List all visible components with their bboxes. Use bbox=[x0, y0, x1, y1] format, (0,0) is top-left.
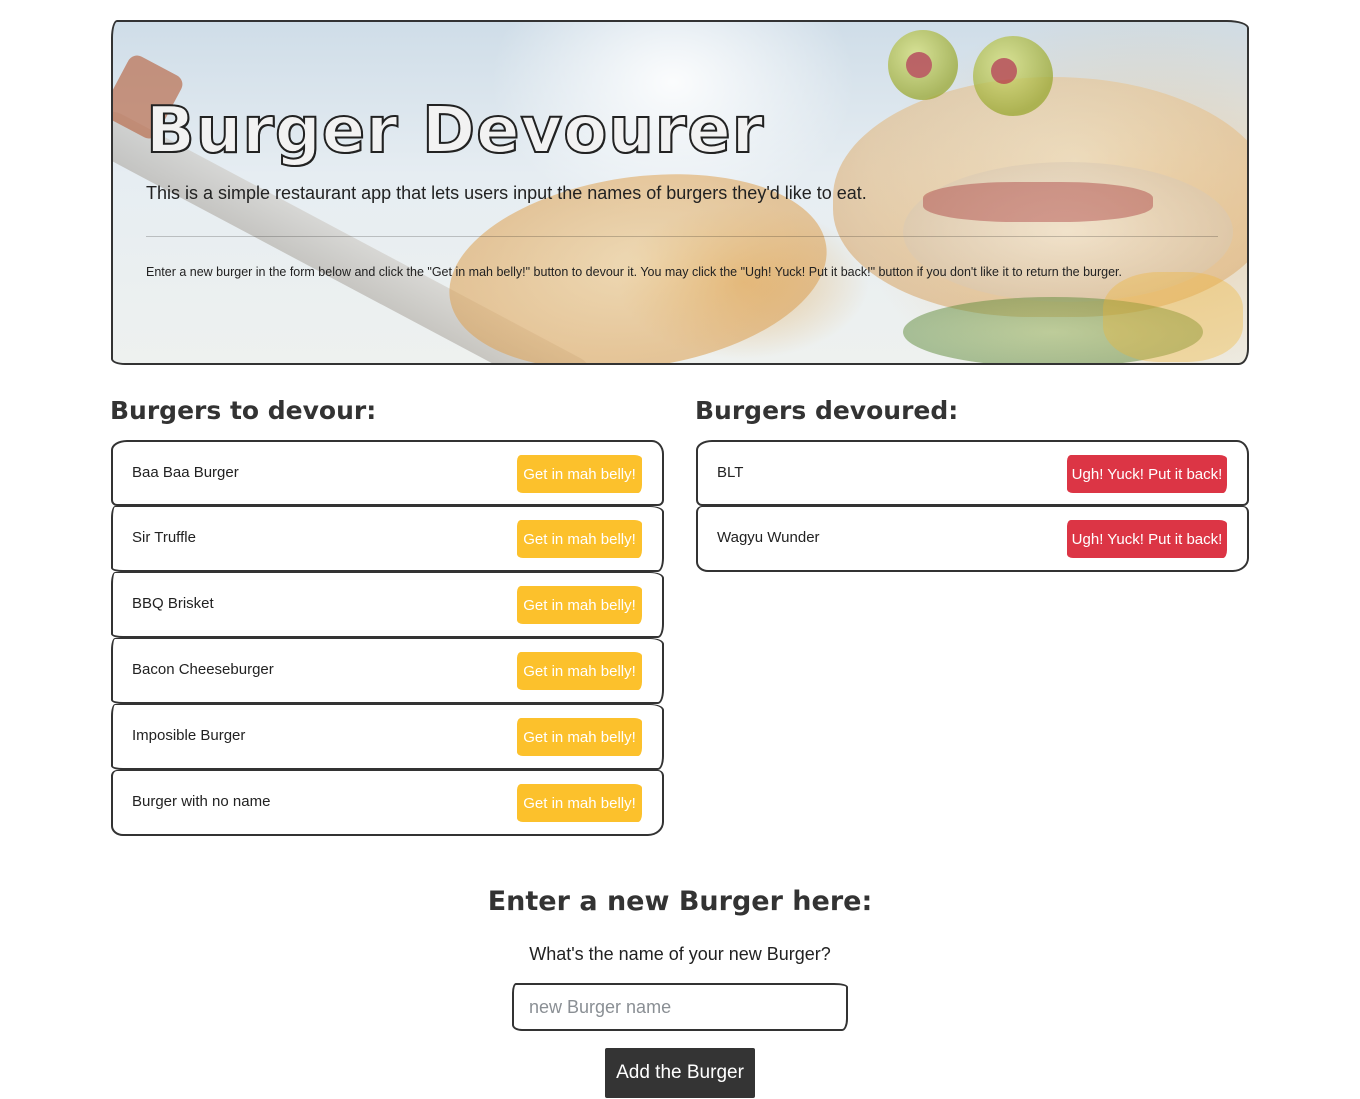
hero-lead: This is a simple restaurant app that let… bbox=[146, 183, 867, 203]
burger-name: Burger with no name bbox=[132, 793, 271, 810]
hero-instructions: Enter a new burger in the form below and… bbox=[146, 265, 1122, 279]
list-item: BBQ Brisket Get in mah belly! bbox=[111, 572, 664, 638]
burger-name: Imposible Burger bbox=[132, 727, 246, 744]
devour-button[interactable]: Get in mah belly! bbox=[517, 586, 642, 624]
list-item: BLT Ugh! Yuck! Put it back! bbox=[696, 440, 1249, 506]
to-devour-list: Baa Baa Burger Get in mah belly! Sir Tru… bbox=[111, 440, 664, 836]
hero-banner: Burger Devourer This is a simple restaur… bbox=[111, 20, 1249, 365]
list-item: Burger with no name Get in mah belly! bbox=[111, 770, 664, 836]
new-burger-heading: Enter a new Burger here: bbox=[487, 886, 873, 917]
olive-eye-icon bbox=[973, 36, 1053, 116]
list-item: Sir Truffle Get in mah belly! bbox=[111, 506, 664, 572]
burger-name: Sir Truffle bbox=[132, 529, 196, 546]
to-devour-heading: Burgers to devour: bbox=[110, 396, 377, 425]
burger-name: Bacon Cheeseburger bbox=[132, 661, 274, 678]
page-title: Burger Devourer bbox=[145, 93, 765, 169]
burger-name: Wagyu Wunder bbox=[717, 529, 820, 546]
list-item: Bacon Cheeseburger Get in mah belly! bbox=[111, 638, 664, 704]
devoured-heading: Burgers devoured: bbox=[695, 396, 959, 425]
devour-button[interactable]: Get in mah belly! bbox=[517, 784, 642, 822]
list-item: Baa Baa Burger Get in mah belly! bbox=[111, 440, 664, 506]
cheese-illustration bbox=[1103, 272, 1243, 362]
devour-button[interactable]: Get in mah belly! bbox=[517, 520, 642, 558]
list-item: Imposible Burger Get in mah belly! bbox=[111, 704, 664, 770]
burger-name: BBQ Brisket bbox=[132, 595, 214, 612]
devour-button[interactable]: Get in mah belly! bbox=[517, 718, 642, 756]
new-burger-label: What's the name of your new Burger? bbox=[529, 944, 831, 964]
burger-name-input[interactable] bbox=[512, 983, 848, 1031]
devour-button[interactable]: Get in mah belly! bbox=[517, 455, 642, 493]
return-button[interactable]: Ugh! Yuck! Put it back! bbox=[1067, 455, 1227, 493]
hero-divider bbox=[146, 236, 1218, 237]
list-item: Wagyu Wunder Ugh! Yuck! Put it back! bbox=[696, 506, 1249, 572]
return-button[interactable]: Ugh! Yuck! Put it back! bbox=[1067, 520, 1227, 558]
burger-name: Baa Baa Burger bbox=[132, 464, 239, 481]
sauce-illustration bbox=[923, 182, 1153, 222]
burger-name: BLT bbox=[717, 464, 744, 481]
devoured-list: BLT Ugh! Yuck! Put it back! Wagyu Wunder… bbox=[696, 440, 1249, 572]
add-burger-button[interactable]: Add the Burger bbox=[605, 1048, 755, 1098]
olive-eye-icon bbox=[888, 30, 958, 100]
devour-button[interactable]: Get in mah belly! bbox=[517, 652, 642, 690]
